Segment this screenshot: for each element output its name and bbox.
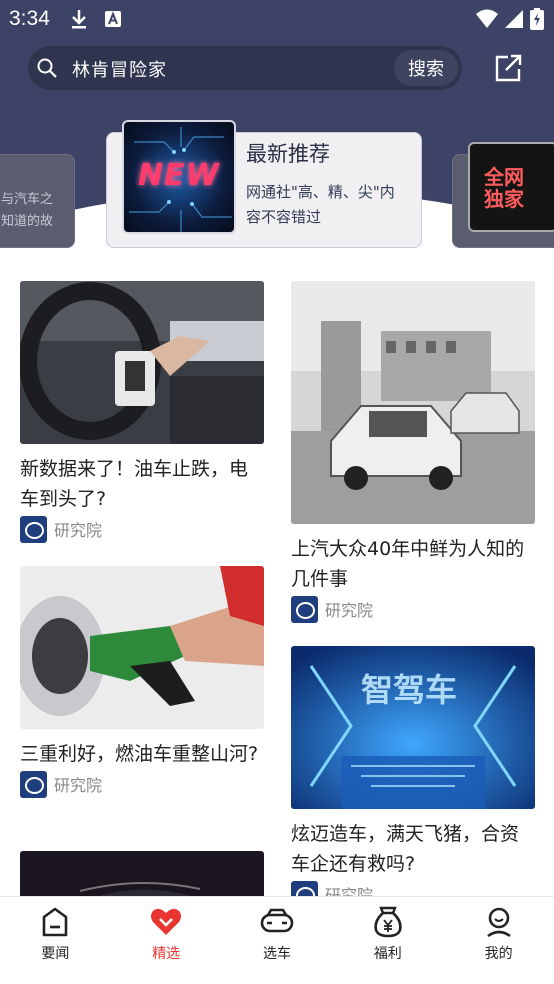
nav-label: 我的 [484,946,513,962]
home-icon [43,907,68,937]
article-card[interactable]: 新数据来了！油车止跌，电车到头了? 研究院 [20,281,264,544]
carousel-card-left[interactable]: 与汽车之知道的故 [0,154,75,248]
article-source: 研究院 [20,514,264,544]
source-logo-icon [20,770,47,798]
article-source: 研究院 [20,769,264,799]
source-name: 研究院 [54,776,103,795]
nav-label: 精选 [152,946,181,962]
vintage-cars-image [291,281,535,524]
article-thumbnail [20,281,264,444]
status-bar: 3:34 [0,0,554,38]
bottom-nav: 要闻 精选 选车 福利 我的 [0,896,554,984]
text-a-icon [105,11,121,27]
carousel-title: 最新推荐 [246,142,330,166]
heart-icon [151,908,182,935]
signal-icon [505,10,523,28]
article-title[interactable]: 炫迈造车，满天飞猪，合资车企还有救吗? [291,819,535,879]
search-input[interactable]: 林肯冒险家 [72,56,167,82]
exclusive-badge-image: 全网独家 [468,142,554,232]
car-icon [260,908,294,933]
search-icon [37,58,57,78]
dark-car-image [20,851,264,896]
article-source: 研究院 [291,879,535,896]
source-logo-icon [20,515,47,543]
article-title[interactable]: 三重利好，燃油车重整山河? [20,739,264,769]
carousel-left-text: 与汽车之知道的故 [1,192,54,229]
car-interior-image [20,281,264,444]
nav-item-choose-car[interactable]: 选车 [222,897,333,984]
article-card[interactable]: 智驾车 炫迈造车，满天飞猪，合资车企还有救吗? 研究院 [291,646,535,896]
new-badge-text: NEW [138,158,220,193]
article-thumbnail [20,566,264,729]
status-time: 3:34 [9,7,50,30]
fuel-nozzle-image [20,566,264,729]
source-name: 研究院 [54,521,103,540]
decorative-title: 智驾车 [361,671,457,709]
search-button[interactable]: 搜索 [394,50,458,86]
article-card[interactable]: 三重利好，燃油车重整山河? 研究院 [20,566,264,799]
download-icon [72,10,86,29]
nav-label: 福利 [373,946,402,962]
search-bar[interactable]: 林肯冒险家 搜索 [28,46,462,90]
nav-label: 选车 [262,946,291,962]
battery-icon [530,8,544,30]
source-name: 研究院 [325,886,374,896]
new-badge-image: NEW [122,120,236,234]
article-card[interactable]: 上汽大众40年中鲜为人知的几件事 研究院 [291,281,535,624]
source-logo-icon [291,595,318,623]
carousel-description: 网通社"高、精、尖"内容不容错过 [246,183,395,226]
money-bag-icon [374,906,402,938]
article-feed[interactable]: 新数据来了！油车止跌，电车到头了? 研究院 上汽大众40年中鲜为人知的几件事 研… [0,250,554,896]
nav-item-benefits[interactable]: 福利 [332,897,443,984]
article-title[interactable]: 新数据来了！油车止跌，电车到头了? [20,454,264,514]
article-thumbnail: 智驾车 [291,646,535,809]
nav-label: 要闻 [41,946,70,962]
nav-item-mine[interactable]: 我的 [443,897,554,984]
nav-item-news[interactable]: 要闻 [0,897,111,984]
wifi-icon [476,9,498,28]
user-icon [486,907,511,938]
nav-item-featured[interactable]: 精选 [111,897,222,984]
exclusive-badge-text: 全网独家 [484,165,524,211]
share-icon[interactable] [492,52,524,84]
article-source: 研究院 [291,594,535,624]
article-card[interactable] [20,851,264,896]
source-name: 研究院 [325,601,374,620]
article-thumbnail [20,851,264,896]
source-logo-icon [291,880,318,896]
article-title[interactable]: 上汽大众40年中鲜为人知的几件事 [291,534,535,594]
article-thumbnail [291,281,535,524]
smart-driving-image: 智驾车 [291,646,535,809]
